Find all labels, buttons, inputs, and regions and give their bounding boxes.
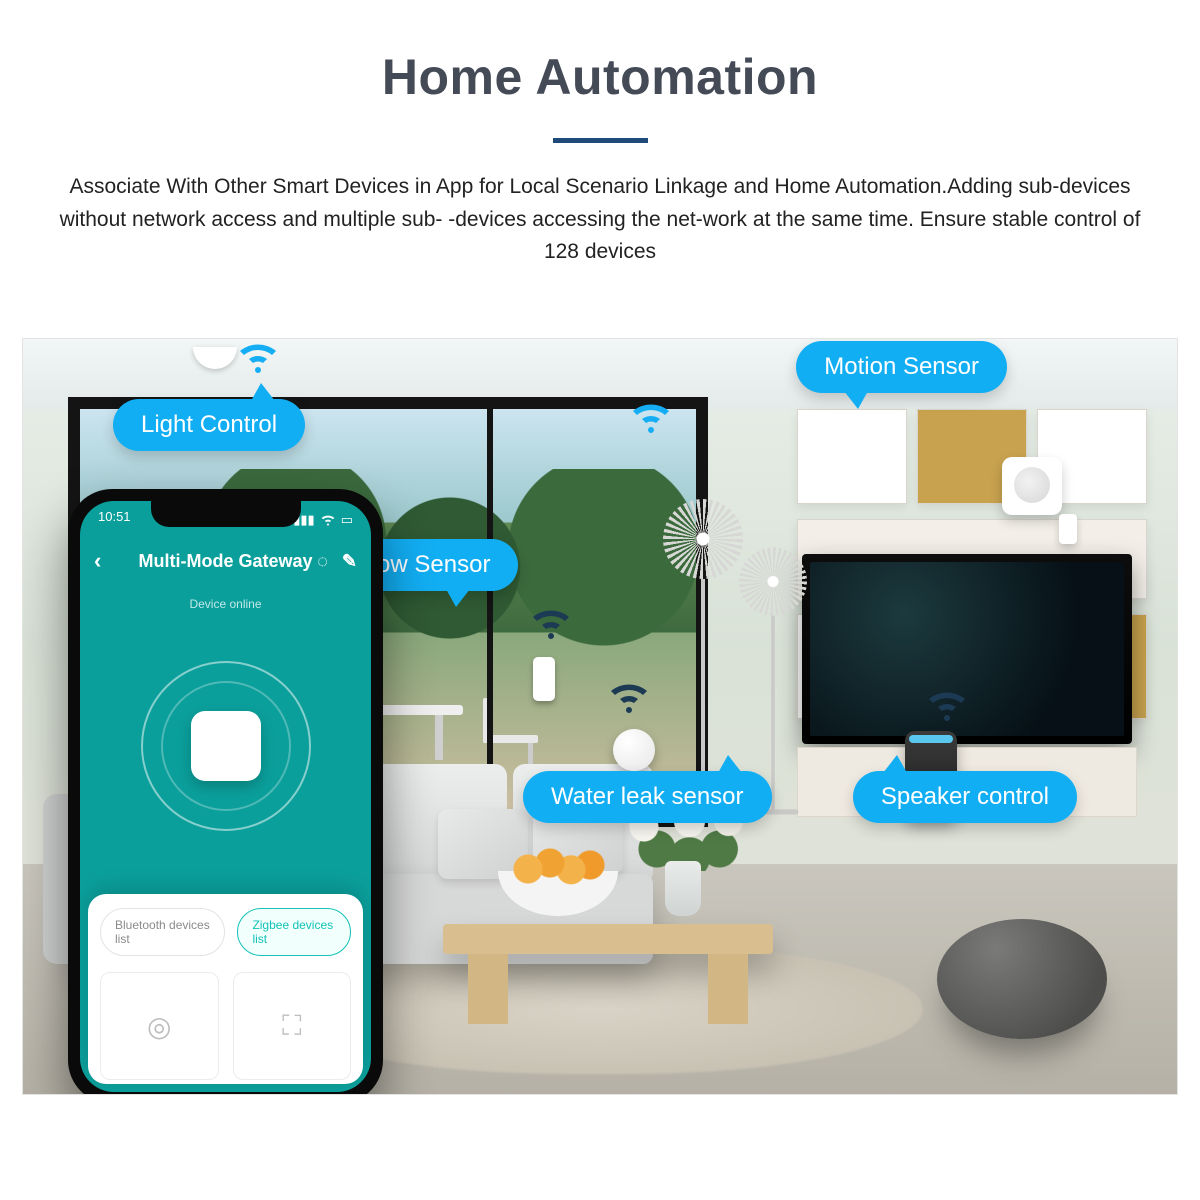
sensor-icon: ⛶ xyxy=(282,1010,302,1043)
callout-label: Motion Sensor xyxy=(824,353,979,380)
callout-motion-sensor: Motion Sensor xyxy=(796,341,1007,393)
hero-scene: Light Control Motion Sensor Door & Windo… xyxy=(22,338,1178,1095)
gateway-hub-graphic[interactable] xyxy=(141,661,311,831)
callout-label: Light Control xyxy=(141,411,277,438)
app-top-bar: ‹ Multi-Mode Gateway ◌ ✎ xyxy=(80,541,371,581)
phone-screen: 10:51 ▮▮▮ ▭ ‹ Multi-Mode Gateway ◌ ✎ Dev… xyxy=(80,501,371,1092)
coffee-table xyxy=(443,874,773,1024)
sensor-icon: ◎ xyxy=(147,1010,171,1043)
callout-water-leak-sensor: Water leak sensor xyxy=(523,771,772,823)
phone-mockup: 10:51 ▮▮▮ ▭ ‹ Multi-Mode Gateway ◌ ✎ Dev… xyxy=(68,489,383,1095)
tab-bluetooth[interactable]: Bluetooth devices list xyxy=(100,908,225,956)
callout-speaker-control: Speaker control xyxy=(853,771,1077,823)
callout-label: Water leak sensor xyxy=(551,783,744,810)
location-icon[interactable]: ◌ xyxy=(317,551,328,572)
wifi-icon xyxy=(631,401,671,433)
device-tile[interactable]: ◎ xyxy=(100,972,219,1080)
motion-sensor-mount xyxy=(1059,514,1077,544)
wifi-icon xyxy=(238,341,278,373)
battery-icon: ▭ xyxy=(341,512,353,528)
callout-light-control: Light Control xyxy=(113,399,305,451)
wifi-icon xyxy=(321,514,335,526)
television xyxy=(802,554,1132,744)
device-tile[interactable]: ⛶ xyxy=(233,972,352,1080)
water-leak-sensor-device xyxy=(613,729,655,771)
phone-notch xyxy=(151,501,301,527)
pouf xyxy=(937,919,1107,1039)
wifi-icon xyxy=(531,607,571,639)
back-icon[interactable]: ‹ xyxy=(94,548,101,574)
page-subtitle: Associate With Other Smart Devices in Ap… xyxy=(45,171,1155,269)
device-status-text: Device online xyxy=(80,597,371,611)
motion-sensor-device xyxy=(1002,457,1062,515)
devices-card: Bluetooth devices list Zigbee devices li… xyxy=(88,894,363,1084)
status-time: 10:51 xyxy=(98,509,131,531)
wifi-icon xyxy=(927,689,967,721)
tab-zigbee[interactable]: Zigbee devices list xyxy=(237,908,351,956)
title-underline xyxy=(553,138,648,143)
edit-icon[interactable]: ✎ xyxy=(342,551,357,572)
callout-label: Speaker control xyxy=(881,783,1049,810)
wifi-icon xyxy=(609,681,649,713)
gateway-device-icon xyxy=(191,711,261,781)
door-window-sensor-device xyxy=(533,657,555,701)
app-title: Multi-Mode Gateway xyxy=(138,551,312,572)
page-title: Home Automation xyxy=(0,48,1200,106)
